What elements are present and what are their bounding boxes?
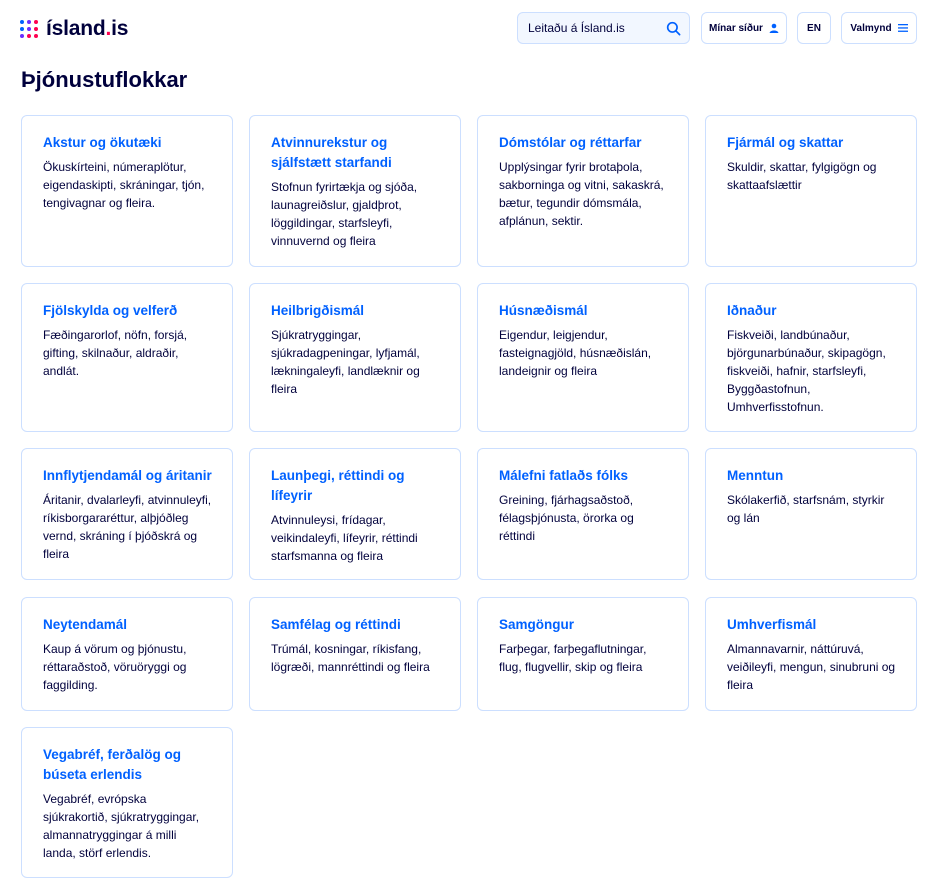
category-title[interactable]: Launþegi, réttindi og lífeyrir xyxy=(271,466,440,506)
category-card[interactable]: Iðnaður Fiskveiði, landbúnaður, björgunar… xyxy=(705,283,917,432)
category-card[interactable]: Menntun Skólakerfið, starfsnám, styrkir o… xyxy=(705,448,917,580)
category-card[interactable]: Vegabréf, ferðalög og búseta erlendis Veg… xyxy=(21,727,233,878)
category-description: Farþegar, farþegaflutningar, flug, flugv… xyxy=(499,642,647,674)
category-card[interactable]: Neytendamál Kaup á vörum og þjónustu, rét… xyxy=(21,597,233,711)
category-description: Fæðingarorlof, nöfn, forsjá, gifting, sk… xyxy=(43,328,188,378)
category-title[interactable]: Húsnæðismál xyxy=(499,301,668,321)
category-card[interactable]: Atvinnurekstur og sjálfstætt starfandi St… xyxy=(249,115,461,267)
category-card[interactable]: Umhverfismál Almannavarnir, náttúruvá, ve… xyxy=(705,597,917,711)
category-description: Ökuskírteini, númeraplötur, eigendaskipt… xyxy=(43,160,205,210)
category-title[interactable]: Dómstólar og réttarfar xyxy=(499,133,668,153)
category-card[interactable]: Fjármál og skattar Skuldir, skattar, fylg… xyxy=(705,115,917,267)
search-box[interactable] xyxy=(517,12,690,44)
category-description: Almannavarnir, náttúruvá, veiðileyfi, me… xyxy=(727,642,896,692)
category-description: Upplýsingar fyrir brotaþola, sakborninga… xyxy=(499,160,664,228)
category-card[interactable]: Akstur og ökutæki Ökuskírteini, númeraplö… xyxy=(21,115,233,267)
category-title[interactable]: Fjármál og skattar xyxy=(727,133,896,153)
category-card[interactable]: Samfélag og réttindi Trúmál, kosningar, r… xyxy=(249,597,461,711)
category-card[interactable]: Fjölskylda og velferð Fæðingarorlof, nöfn… xyxy=(21,283,233,432)
category-description: Fiskveiði, landbúnaður, björgunarbúnaður… xyxy=(727,328,886,414)
category-title[interactable]: Atvinnurekstur og sjálfstætt starfandi xyxy=(271,133,440,173)
logo-dot xyxy=(20,34,24,38)
search-input[interactable] xyxy=(528,21,663,35)
menu-label: Valmynd xyxy=(850,22,892,34)
category-title[interactable]: Innflytjendamál og áritanir xyxy=(43,466,212,486)
category-title[interactable]: Iðnaður xyxy=(727,301,896,321)
category-card[interactable]: Samgöngur Farþegar, farþegaflutningar, fl… xyxy=(477,597,689,711)
logo-dot xyxy=(27,34,31,38)
my-pages-label: Mínar síður xyxy=(709,22,763,34)
category-description: Kaup á vörum og þjónustu, réttaraðstoð, … xyxy=(43,642,187,692)
category-title[interactable]: Málefni fatlaðs fólks xyxy=(499,466,668,486)
page-title: Þjónustuflokkar xyxy=(21,67,188,92)
category-title[interactable]: Neytendamál xyxy=(43,615,212,635)
category-title[interactable]: Heilbrigðismál xyxy=(271,301,440,321)
logo-dot xyxy=(27,27,31,31)
category-title[interactable]: Samfélag og réttindi xyxy=(271,615,440,635)
logo-wordmark: ísland.is xyxy=(46,17,129,40)
category-title[interactable]: Vegabréf, ferðalög og búseta erlendis xyxy=(43,745,212,785)
person-icon xyxy=(769,23,779,33)
category-card[interactable]: Innflytjendamál og áritanir Áritanir, dva… xyxy=(21,448,233,580)
category-description: Sjúkratryggingar, sjúkradagpeningar, lyf… xyxy=(271,328,420,396)
category-card[interactable]: Dómstólar og réttarfar Upplýsingar fyrir … xyxy=(477,115,689,267)
category-description: Stofnun fyrirtækja og sjóða, launagreiðs… xyxy=(271,180,418,248)
logo-dot xyxy=(34,20,38,24)
category-description: Atvinnuleysi, frídagar, veikindaleyfi, l… xyxy=(271,513,418,563)
category-description: Vegabréf, evrópska sjúkrakortið, sjúkrat… xyxy=(43,792,200,860)
category-description: Skólakerfið, starfsnám, styrkir og lán xyxy=(727,493,885,525)
category-title[interactable]: Samgöngur xyxy=(499,615,668,635)
category-card[interactable]: Heilbrigðismál Sjúkratryggingar, sjúkrada… xyxy=(249,283,461,432)
language-button[interactable]: EN xyxy=(797,12,831,44)
site-header: ísland.is Mínar síður EN Valmynd xyxy=(0,0,937,58)
category-title[interactable]: Menntun xyxy=(727,466,896,486)
category-description: Eigendur, leigjendur, fasteignagjöld, hú… xyxy=(499,328,652,378)
logo-dot xyxy=(34,27,38,31)
logo-dot xyxy=(27,20,31,24)
category-description: Áritanir, dvalarleyfi, atvinnuleyfi, rík… xyxy=(43,493,212,561)
hamburger-icon xyxy=(897,24,908,32)
language-label: EN xyxy=(807,22,821,34)
logo-dot xyxy=(34,34,38,38)
category-card[interactable]: Húsnæðismál Eigendur, leigjendur, fasteig… xyxy=(477,283,689,432)
category-title[interactable]: Akstur og ökutæki xyxy=(43,133,212,153)
category-title[interactable]: Umhverfismál xyxy=(727,615,896,635)
category-title[interactable]: Fjölskylda og velferð xyxy=(43,301,212,321)
logo-mark-icon xyxy=(20,20,38,38)
search-icon[interactable] xyxy=(666,21,681,36)
island-logo[interactable]: ísland.is xyxy=(20,17,128,41)
my-pages-button[interactable]: Mínar síður xyxy=(701,12,787,44)
category-card[interactable]: Launþegi, réttindi og lífeyrir Atvinnuley… xyxy=(249,448,461,580)
category-description: Trúmál, kosningar, ríkisfang, lögræði, m… xyxy=(271,642,430,674)
menu-button[interactable]: Valmynd xyxy=(841,12,917,44)
logo-dot xyxy=(20,27,24,31)
category-card[interactable]: Málefni fatlaðs fólks Greining, fjárhagsa… xyxy=(477,448,689,580)
category-description: Greining, fjárhagsaðstoð, félagsþjónusta… xyxy=(499,493,634,543)
logo-dot xyxy=(20,20,24,24)
category-description: Skuldir, skattar, fylgigögn og skattaafs… xyxy=(727,160,877,192)
